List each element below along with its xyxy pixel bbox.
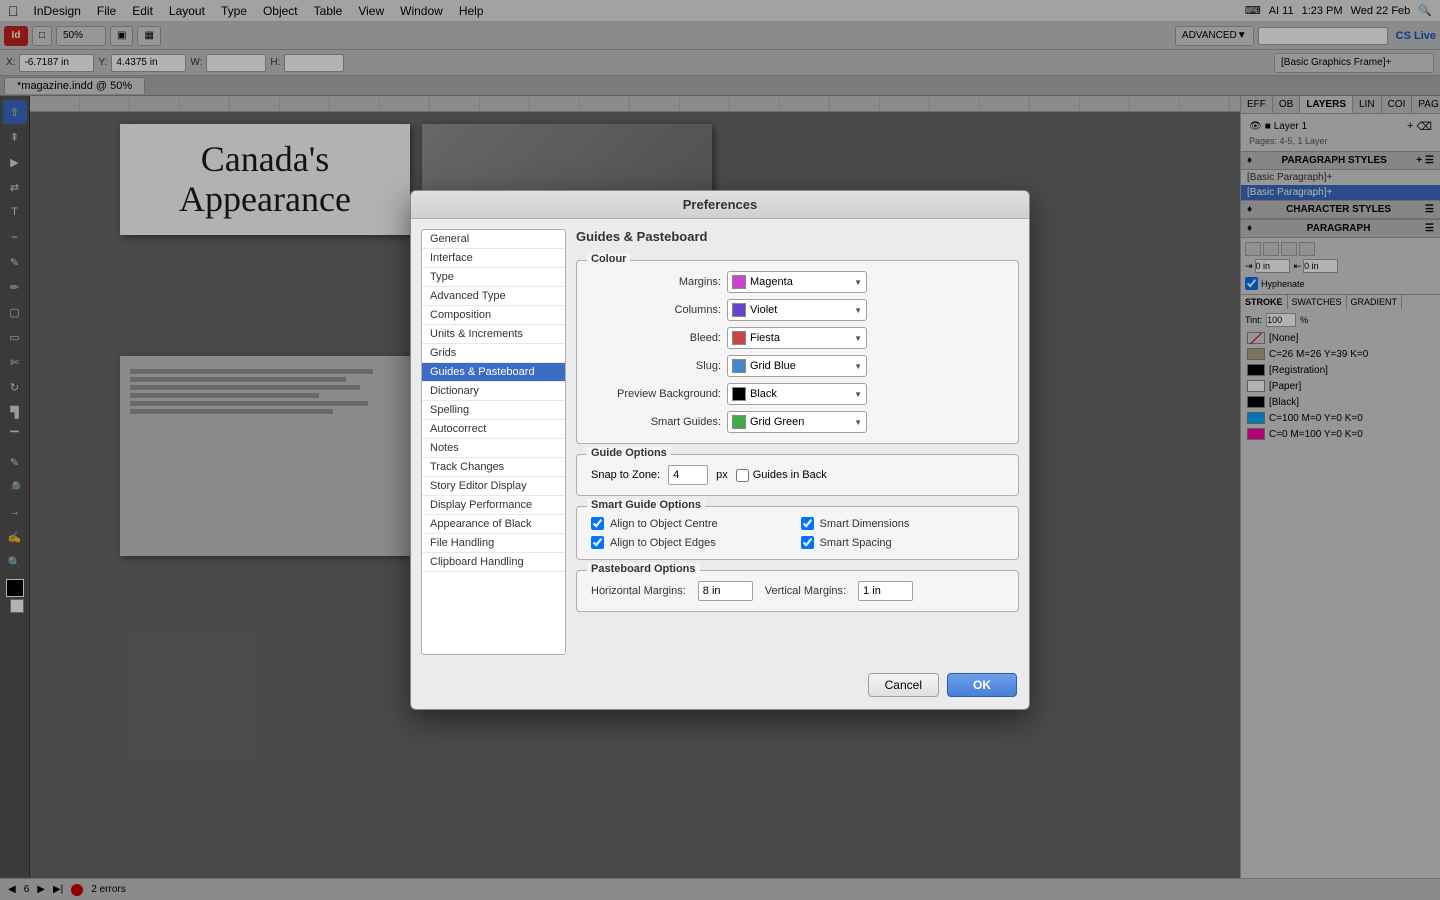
dialog-sidebar: General Interface Type Advanced Type Com… [421, 229, 566, 655]
preview-bg-label: Preview Background: [591, 388, 721, 400]
colour-section: Colour Margins: Magenta ▼ Columns: [576, 260, 1019, 444]
sidebar-grids[interactable]: Grids [422, 344, 565, 363]
smart-dimensions-checkbox[interactable] [801, 517, 814, 530]
columns-select[interactable]: Violet ▼ [727, 299, 867, 321]
smart-dimensions-row: Smart Dimensions [801, 517, 1005, 530]
columns-arrow: ▼ [854, 306, 862, 315]
margins-swatch [732, 275, 746, 289]
sidebar-spelling[interactable]: Spelling [422, 401, 565, 420]
slug-label: Slug: [591, 360, 721, 372]
bleed-arrow: ▼ [854, 334, 862, 343]
pasteboard-options-section: Pasteboard Options Horizontal Margins: V… [576, 570, 1019, 612]
horizontal-margins-label: Horizontal Margins: [591, 585, 686, 597]
pasteboard-margins-row: Horizontal Margins: Vertical Margins: [591, 581, 1004, 601]
guide-options-label: Guide Options [587, 447, 671, 459]
guides-in-back-label: Guides in Back [753, 469, 827, 481]
align-to-edges-label: Align to Object Edges [610, 537, 716, 549]
columns-value: Violet [750, 304, 777, 316]
colour-section-label: Colour [587, 253, 630, 265]
bleed-value: Fiesta [750, 332, 780, 344]
dialog-body: General Interface Type Advanced Type Com… [411, 219, 1029, 665]
bleed-label: Bleed: [591, 332, 721, 344]
bleed-swatch [732, 331, 746, 345]
preview-bg-swatch [732, 387, 746, 401]
margins-arrow: ▼ [854, 278, 862, 287]
slug-swatch [732, 359, 746, 373]
slug-value: Grid Blue [750, 360, 796, 372]
smart-guides-row: Smart Guides: Grid Green ▼ [591, 411, 1004, 433]
sidebar-dictionary[interactable]: Dictionary [422, 382, 565, 401]
sidebar-appearance[interactable]: Appearance of Black [422, 515, 565, 534]
margins-value: Magenta [750, 276, 793, 288]
margins-row: Margins: Magenta ▼ [591, 271, 1004, 293]
smart-guides-label: Smart Guides: [591, 416, 721, 428]
columns-swatch [732, 303, 746, 317]
sidebar-interface[interactable]: Interface [422, 249, 565, 268]
margins-select[interactable]: Magenta ▼ [727, 271, 867, 293]
sidebar-notes[interactable]: Notes [422, 439, 565, 458]
bleed-select[interactable]: Fiesta ▼ [727, 327, 867, 349]
snap-to-zone-row: Snap to Zone: px Guides in Back [591, 465, 1004, 485]
columns-row: Columns: Violet ▼ [591, 299, 1004, 321]
align-to-edges-checkbox[interactable] [591, 536, 604, 549]
vertical-margins-input[interactable] [858, 581, 913, 601]
smart-spacing-row: Smart Spacing [801, 536, 1005, 549]
guides-in-back-row: Guides in Back [736, 469, 827, 482]
smart-guides-select[interactable]: Grid Green ▼ [727, 411, 867, 433]
smart-dimensions-label: Smart Dimensions [820, 518, 910, 530]
smart-guides-value: Grid Green [750, 416, 804, 428]
sidebar-track-changes[interactable]: Track Changes [422, 458, 565, 477]
smart-guide-grid: Align to Object Centre Smart Dimensions … [591, 517, 1004, 549]
sidebar-autocorrect[interactable]: Autocorrect [422, 420, 565, 439]
align-to-centre-label: Align to Object Centre [610, 518, 718, 530]
snap-to-zone-label: Snap to Zone: [591, 469, 660, 481]
dialog-overlay: Preferences General Interface Type Advan… [0, 0, 1440, 900]
ok-button[interactable]: OK [947, 673, 1017, 697]
sidebar-units[interactable]: Units & Increments [422, 325, 565, 344]
vertical-margins-label: Vertical Margins: [765, 585, 846, 597]
preferences-dialog: Preferences General Interface Type Advan… [410, 190, 1030, 710]
align-to-centre-checkbox[interactable] [591, 517, 604, 530]
guide-options-section: Guide Options Snap to Zone: px Guides in… [576, 454, 1019, 496]
sidebar-composition[interactable]: Composition [422, 306, 565, 325]
slug-select[interactable]: Grid Blue ▼ [727, 355, 867, 377]
preview-bg-row: Preview Background: Black ▼ [591, 383, 1004, 405]
smart-spacing-checkbox[interactable] [801, 536, 814, 549]
horizontal-margins-input[interactable] [698, 581, 753, 601]
columns-label: Columns: [591, 304, 721, 316]
snap-to-zone-unit: px [716, 469, 728, 481]
preview-bg-select[interactable]: Black ▼ [727, 383, 867, 405]
cancel-button[interactable]: Cancel [868, 673, 939, 697]
slug-row: Slug: Grid Blue ▼ [591, 355, 1004, 377]
preview-bg-arrow: ▼ [854, 390, 862, 399]
pasteboard-options-label: Pasteboard Options [587, 563, 700, 575]
dialog-footer: Cancel OK [411, 665, 1029, 709]
smart-guides-arrow: ▼ [854, 418, 862, 427]
sidebar-file-handling[interactable]: File Handling [422, 534, 565, 553]
smart-guide-options-section: Smart Guide Options Align to Object Cent… [576, 506, 1019, 560]
sidebar-display-perf[interactable]: Display Performance [422, 496, 565, 515]
snap-to-zone-input[interactable] [668, 465, 708, 485]
align-to-edges-row: Align to Object Edges [591, 536, 795, 549]
dialog-main-content: Guides & Pasteboard Colour Margins: Mage… [576, 229, 1019, 655]
guides-pasteboard-title: Guides & Pasteboard [576, 229, 1019, 244]
sidebar-story-editor[interactable]: Story Editor Display [422, 477, 565, 496]
sidebar-clipboard[interactable]: Clipboard Handling [422, 553, 565, 572]
smart-spacing-label: Smart Spacing [820, 537, 892, 549]
sidebar-advanced-type[interactable]: Advanced Type [422, 287, 565, 306]
align-to-centre-row: Align to Object Centre [591, 517, 795, 530]
margins-label: Margins: [591, 276, 721, 288]
sidebar-guides[interactable]: Guides & Pasteboard [422, 363, 565, 382]
slug-arrow: ▼ [854, 362, 862, 371]
smart-guide-options-label: Smart Guide Options [587, 499, 705, 511]
sidebar-general[interactable]: General [422, 230, 565, 249]
preview-bg-value: Black [750, 388, 777, 400]
sidebar-type[interactable]: Type [422, 268, 565, 287]
smart-guides-swatch [732, 415, 746, 429]
guides-in-back-checkbox[interactable] [736, 469, 749, 482]
dialog-title: Preferences [411, 191, 1029, 219]
bleed-row: Bleed: Fiesta ▼ [591, 327, 1004, 349]
